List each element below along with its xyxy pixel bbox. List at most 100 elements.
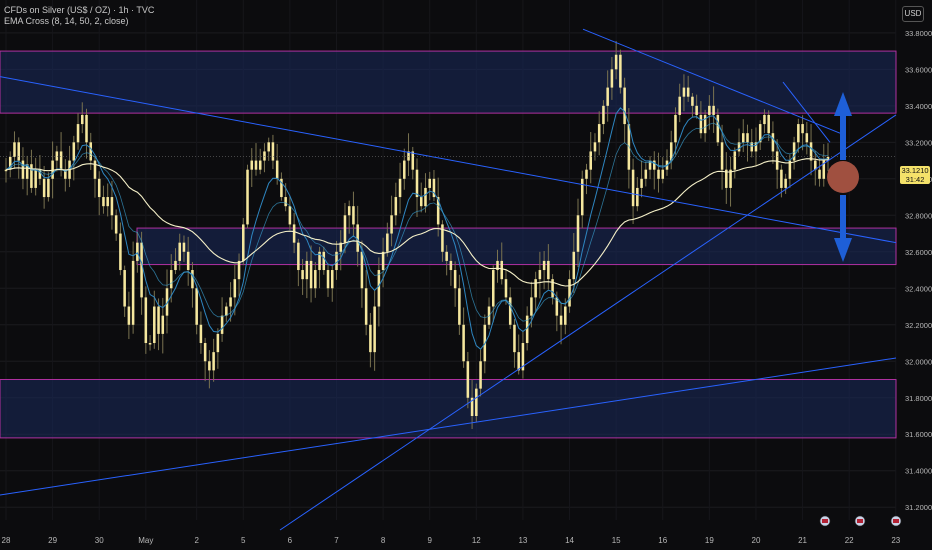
candle-body [614, 54, 618, 70]
candle-body [517, 352, 520, 371]
candle-body [161, 315, 165, 334]
target-circle[interactable] [827, 161, 859, 193]
candle-body [267, 142, 270, 152]
candle-body [428, 178, 431, 188]
candle-body [708, 105, 711, 115]
x-tick-label: 19 [705, 536, 714, 545]
candle-body [114, 215, 118, 234]
candle-body [780, 169, 783, 188]
candle-body [182, 242, 186, 252]
candle-body [343, 215, 347, 243]
candle-body [491, 270, 495, 307]
support-resistance-zone[interactable] [0, 379, 897, 439]
candle-body [42, 178, 46, 198]
y-tick-label: 32.2000 [905, 321, 932, 330]
candle-body [110, 197, 114, 216]
candle-body [237, 260, 241, 280]
candle-body [275, 160, 279, 179]
candle-body [34, 169, 37, 188]
candle-body [602, 105, 605, 125]
candle-body [631, 169, 635, 207]
candle-body [589, 151, 592, 170]
support-resistance-zone[interactable] [136, 227, 897, 266]
candle-body [136, 242, 139, 261]
candle-body [144, 297, 148, 344]
candle-body [784, 178, 787, 188]
x-tick-label: 7 [334, 536, 339, 545]
candle-body [394, 197, 398, 216]
candle-body [97, 178, 101, 198]
candle-body [623, 87, 626, 125]
current-price-tag: 33.1210 31:42 [900, 166, 930, 184]
candle-body [805, 133, 809, 143]
candle-body [212, 352, 215, 371]
candle-body [538, 270, 542, 280]
candle-body [809, 142, 813, 161]
candle-body [186, 251, 190, 271]
candle-body [691, 96, 694, 106]
candle-body [449, 260, 453, 271]
candle-body [508, 297, 512, 325]
candle-body [326, 270, 330, 289]
x-tick-label: 30 [95, 536, 104, 545]
candle-body [89, 142, 93, 161]
x-tick-label: 9 [427, 536, 432, 545]
candle-body [233, 279, 237, 298]
price-chart[interactable]: 33.800033.600033.400033.200033.000032.80… [0, 0, 932, 550]
x-tick-label: 29 [48, 536, 57, 545]
candle-body [364, 288, 368, 325]
x-tick-label: 6 [288, 536, 293, 545]
candle-body [576, 215, 580, 252]
candle-body [21, 160, 25, 179]
candle-body [733, 151, 737, 170]
candle-body [381, 251, 385, 271]
candle-body [369, 324, 372, 353]
candle-body [661, 169, 665, 179]
candle-body [636, 187, 639, 207]
candle-body [284, 197, 287, 207]
candle-body [229, 297, 232, 307]
candle-body [597, 124, 601, 143]
candle-body [153, 306, 156, 344]
candle-body [585, 169, 588, 179]
x-tick-label: 16 [658, 536, 667, 545]
x-tick-label: 12 [472, 536, 481, 545]
candle-body [140, 242, 143, 298]
candle-body [314, 270, 317, 289]
candle-body [644, 169, 648, 179]
candle-body [93, 160, 97, 179]
candle-body [246, 169, 249, 225]
candle-body [250, 160, 254, 170]
indicator-legend[interactable]: EMA Cross (8, 14, 50, 2, close) [4, 16, 129, 26]
event-flag-icon [857, 519, 863, 523]
x-tick-label: 14 [565, 536, 574, 545]
candle-body [178, 242, 181, 261]
candle-body [716, 114, 720, 143]
candle-body [225, 306, 228, 316]
candle-body [102, 197, 105, 207]
candle-body [119, 233, 122, 271]
candle-body [258, 160, 262, 170]
candle-body [674, 114, 677, 143]
candle-body [398, 178, 402, 198]
support-resistance-zone[interactable] [0, 50, 897, 114]
event-flag-icon [893, 519, 899, 523]
candle-body [564, 306, 567, 325]
candle-body [386, 233, 389, 252]
candle-body [419, 197, 423, 207]
candle-body [542, 260, 546, 271]
candle-body [148, 343, 152, 345]
candle-body [322, 251, 326, 271]
y-tick-label: 33.2000 [905, 138, 932, 147]
candle-body [678, 96, 681, 115]
candle-body [572, 251, 576, 280]
candle-body [771, 133, 775, 152]
candle-body [619, 54, 622, 88]
candle-body [373, 306, 376, 353]
currency-button[interactable]: USD [902, 6, 924, 22]
candle-body [203, 343, 207, 362]
candle-body [593, 142, 597, 152]
candle-body [606, 87, 609, 106]
candle-body [703, 114, 707, 134]
y-tick-label: 31.8000 [905, 394, 932, 403]
